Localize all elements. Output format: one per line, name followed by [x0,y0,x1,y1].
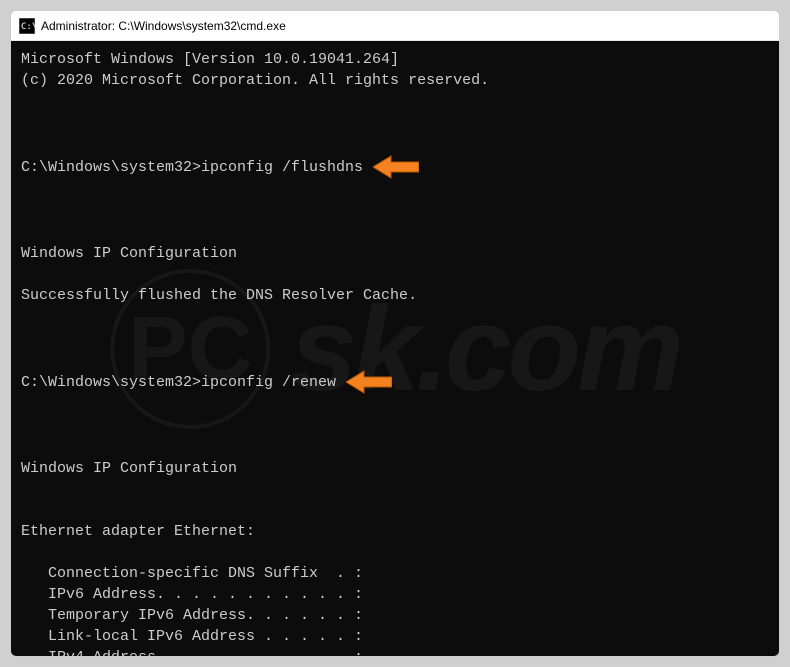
adapter-row: Connection-specific DNS Suffix . : [21,563,769,584]
ip-config-header-1: Windows IP Configuration [21,243,769,264]
prompt-path: C:\Windows\system32> [21,372,201,393]
prompt-row-2: C:\Windows\system32>ipconfig /renew [21,327,769,437]
prompt-path: C:\Windows\system32> [21,157,201,178]
prompt-row-1: C:\Windows\system32>ipconfig /flushdns [21,112,769,222]
adapter-row: IPv6 Address. . . . . . . . . . . : [21,584,769,605]
blank-line [21,264,769,285]
command-2: ipconfig /renew [201,372,336,393]
blank-line [21,437,769,458]
adapter-row: IPv4 Address. . . . . . . . . . . : [21,647,769,656]
adapter-header: Ethernet adapter Ethernet: [21,521,769,542]
blank-line [21,222,769,243]
svg-text:C:\: C:\ [21,22,35,32]
blank-line [21,542,769,563]
window-title: Administrator: C:\Windows\system32\cmd.e… [41,19,286,33]
cmd-window: C:\ Administrator: C:\Windows\system32\c… [10,10,780,657]
adapter-row: Temporary IPv6 Address. . . . . . : [21,605,769,626]
cmd-icon: C:\ [19,18,35,34]
ip-config-header-2: Windows IP Configuration [21,458,769,479]
terminal-area[interactable]: PC sk.com Microsoft Windows [Version 10.… [11,41,779,656]
blank-line [21,91,769,112]
arrow-left-icon [346,327,436,437]
adapter-row: Link-local IPv6 Address . . . . . : [21,626,769,647]
titlebar[interactable]: C:\ Administrator: C:\Windows\system32\c… [11,11,779,41]
blank-line [21,500,769,521]
copyright-line: (c) 2020 Microsoft Corporation. All righ… [21,70,769,91]
command-1: ipconfig /flushdns [201,157,363,178]
arrow-left-icon [373,112,463,222]
flush-result: Successfully flushed the DNS Resolver Ca… [21,285,769,306]
blank-line [21,479,769,500]
blank-line [21,306,769,327]
version-line: Microsoft Windows [Version 10.0.19041.26… [21,49,769,70]
